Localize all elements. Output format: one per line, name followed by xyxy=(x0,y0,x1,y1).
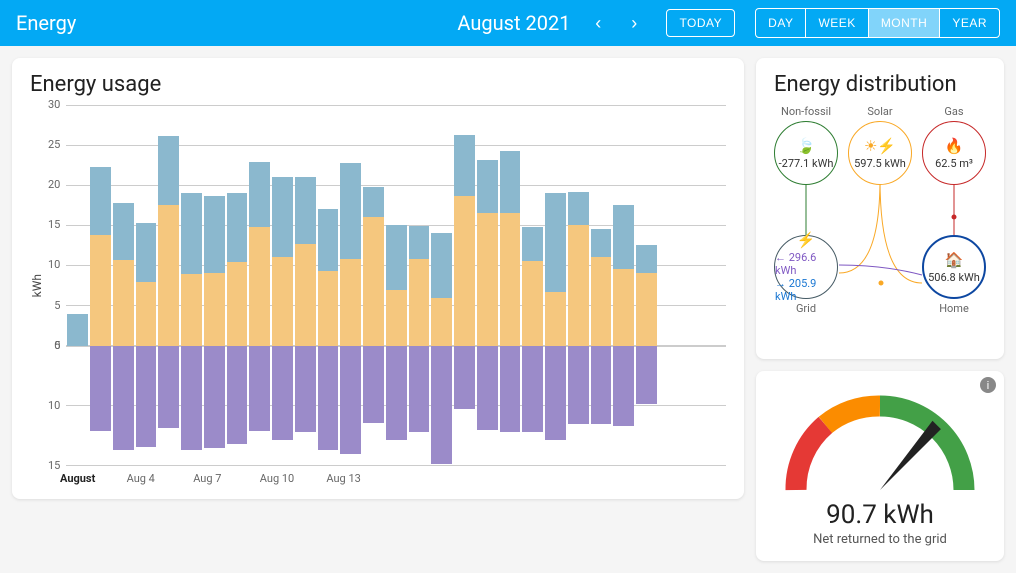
bar-day xyxy=(591,105,612,466)
node-nonfossil: Non-fossil 🍃 -277.1 kWh xyxy=(774,105,838,185)
today-button[interactable]: TODAY xyxy=(666,9,735,37)
bar-day xyxy=(500,105,521,466)
range-year[interactable]: YEAR xyxy=(940,9,999,37)
node-solar: Solar ☀⚡ 597.5 kWh xyxy=(848,105,912,185)
bar-day xyxy=(477,105,498,466)
grid-out-value: ← 296.6 kWh xyxy=(775,251,837,277)
gas-label: Gas xyxy=(944,105,963,118)
energy-distribution-card: Energy distribution Non-fossil 🍃 -277.1 … xyxy=(756,58,1004,359)
leaf-icon: 🍃 xyxy=(797,137,816,155)
flame-icon: 🔥 xyxy=(945,137,964,155)
bar-day xyxy=(659,105,680,466)
next-button[interactable]: › xyxy=(622,9,646,37)
bar-day xyxy=(363,105,384,466)
solar-label: Solar xyxy=(867,105,892,118)
bar-day xyxy=(454,105,475,466)
bar-day xyxy=(409,105,430,466)
bar-day xyxy=(318,105,339,466)
gauge xyxy=(775,385,985,510)
nonfossil-label: Non-fossil xyxy=(781,105,831,118)
range-segmented: DAY WEEK MONTH YEAR xyxy=(755,8,1000,38)
y-axis: 30252015105051015 xyxy=(48,105,66,466)
transmission-tower-icon: ⚡ xyxy=(797,231,816,249)
prev-button[interactable]: ‹ xyxy=(586,9,610,37)
grid-label: Grid xyxy=(796,302,816,315)
chart-bars xyxy=(66,105,726,466)
bar-day xyxy=(545,105,566,466)
range-week[interactable]: WEEK xyxy=(806,9,868,37)
distribution-diagram: Non-fossil 🍃 -277.1 kWh Solar ☀⚡ 597.5 k… xyxy=(774,105,986,345)
solar-value: 597.5 kWh xyxy=(854,157,906,170)
page-title: Energy xyxy=(16,11,445,35)
x-axis: AugustAug 4Aug 7Aug 10Aug 13 xyxy=(30,472,726,485)
nonfossil-value: -277.1 kWh xyxy=(779,157,834,170)
bar-day xyxy=(386,105,407,466)
bar-day xyxy=(113,105,134,466)
bar-day xyxy=(682,105,703,466)
energy-usage-chart: kWh 30252015105051015 AugustAug 4Aug 7Au… xyxy=(30,105,726,485)
bar-day xyxy=(136,105,157,466)
bar-day xyxy=(340,105,361,466)
node-home: 🏠 506.8 kWh Home xyxy=(922,235,986,315)
bar-day xyxy=(67,105,88,466)
bar-day xyxy=(636,105,657,466)
bar-day xyxy=(431,105,452,466)
y-axis-unit: kWh xyxy=(30,274,44,297)
energy-usage-title: Energy usage xyxy=(30,72,726,97)
node-grid: ⚡ ← 296.6 kWh → 205.9 kWh Grid xyxy=(774,235,838,315)
home-label: Home xyxy=(939,302,969,315)
home-icon: 🏠 xyxy=(945,251,964,269)
gas-value: 62.5 m³ xyxy=(935,157,973,170)
node-gas: Gas 🔥 62.5 m³ xyxy=(922,105,986,185)
bar-day xyxy=(90,105,111,466)
bar-day xyxy=(249,105,270,466)
bar-day xyxy=(568,105,589,466)
gauge-card: i 90.7 kWh Net returned to the grid xyxy=(756,371,1004,561)
bar-day xyxy=(227,105,248,466)
date-label: August 2021 xyxy=(457,11,570,35)
energy-usage-card: Energy usage kWh 30252015105051015 Augus… xyxy=(12,58,744,499)
bar-day xyxy=(295,105,316,466)
info-icon[interactable]: i xyxy=(980,377,996,393)
bar-day xyxy=(204,105,225,466)
energy-distribution-title: Energy distribution xyxy=(774,72,986,97)
bar-day xyxy=(704,105,725,466)
home-value: 506.8 kWh xyxy=(928,271,980,284)
bar-day xyxy=(181,105,202,466)
range-month[interactable]: MONTH xyxy=(869,9,941,37)
bar-day xyxy=(522,105,543,466)
bar-day xyxy=(272,105,293,466)
app-bar: Energy August 2021 ‹ › TODAY DAY WEEK MO… xyxy=(0,0,1016,46)
grid-in-value: → 205.9 kWh xyxy=(775,277,837,303)
solar-icon: ☀⚡ xyxy=(864,137,896,155)
gauge-label: Net returned to the grid xyxy=(774,532,986,547)
bar-day xyxy=(613,105,634,466)
bar-day xyxy=(158,105,179,466)
range-day[interactable]: DAY xyxy=(756,9,806,37)
